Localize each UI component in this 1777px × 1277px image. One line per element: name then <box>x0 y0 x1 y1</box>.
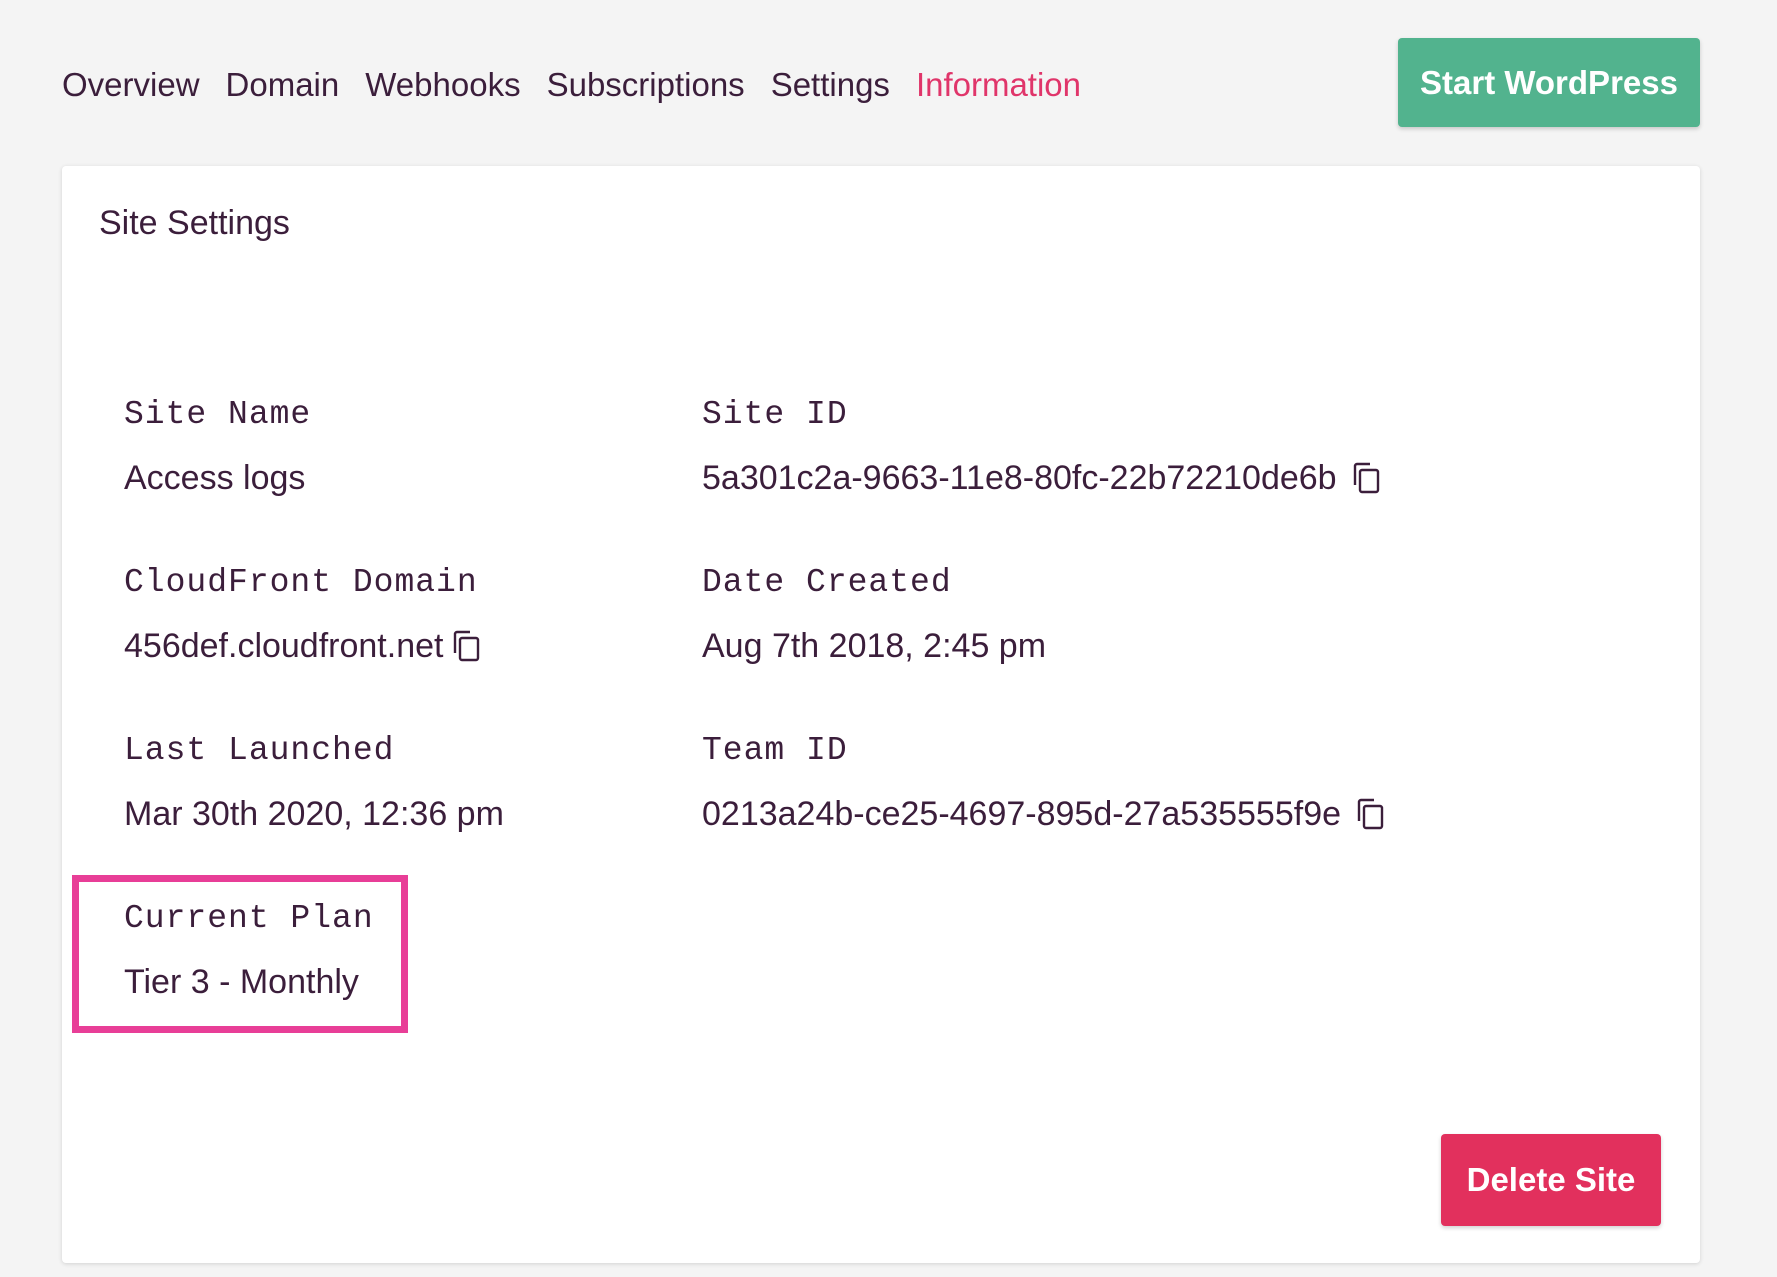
last-launched-label: Last Launched <box>124 732 395 769</box>
date-created-field: Date Created Aug 7th 2018, 2:45 pm <box>702 563 1046 667</box>
team-id-value-row: 0213a24b-ce25-4697-895d-27a535555f9e <box>702 793 1387 835</box>
delete-site-button[interactable]: Delete Site <box>1441 1134 1661 1226</box>
date-created-label: Date Created <box>702 564 952 601</box>
highlight-annotation-box <box>72 875 408 1033</box>
copy-icon[interactable] <box>1349 461 1383 495</box>
tab-webhooks[interactable]: Webhooks <box>365 60 520 110</box>
site-name-field: Site Name Access logs <box>124 395 311 499</box>
copy-icon[interactable] <box>1353 797 1387 831</box>
card-title: Site Settings <box>99 204 290 242</box>
tab-overview[interactable]: Overview <box>62 60 200 110</box>
last-launched-value-row: Mar 30th 2020, 12:36 pm <box>124 793 504 835</box>
top-nav: Overview Domain Webhooks Subscriptions S… <box>62 60 1081 110</box>
site-id-label: Site ID <box>702 396 848 433</box>
cloudfront-domain-value: 456def.cloudfront.net <box>124 627 444 665</box>
team-id-label: Team ID <box>702 732 848 769</box>
site-id-field: Site ID 5a301c2a-9663-11e8-80fc-22b72210… <box>702 395 1383 499</box>
date-created-value: Aug 7th 2018, 2:45 pm <box>702 627 1047 665</box>
site-id-value: 5a301c2a-9663-11e8-80fc-22b72210de6b <box>702 459 1337 497</box>
tab-domain[interactable]: Domain <box>226 60 340 110</box>
team-id-field: Team ID 0213a24b-ce25-4697-895d-27a53555… <box>702 731 1387 835</box>
site-name-label: Site Name <box>124 396 312 433</box>
cloudfront-domain-field: CloudFront Domain 456def.cloudfront.net <box>124 563 483 667</box>
cloudfront-domain-label: CloudFront Domain <box>124 564 478 601</box>
tab-subscriptions[interactable]: Subscriptions <box>547 60 745 110</box>
start-wordpress-button[interactable]: Start WordPress <box>1398 38 1700 127</box>
tab-information[interactable]: Information <box>916 60 1081 110</box>
cloudfront-domain-value-row: 456def.cloudfront.net <box>124 625 483 667</box>
date-created-value-row: Aug 7th 2018, 2:45 pm <box>702 625 1046 667</box>
team-id-value: 0213a24b-ce25-4697-895d-27a535555f9e <box>702 795 1342 833</box>
site-name-value-row: Access logs <box>124 457 311 499</box>
tab-settings[interactable]: Settings <box>771 60 890 110</box>
site-settings-card: Site Settings Site Name Access logs Site… <box>62 166 1700 1263</box>
last-launched-value: Mar 30th 2020, 12:36 pm <box>124 795 504 833</box>
site-id-value-row: 5a301c2a-9663-11e8-80fc-22b72210de6b <box>702 457 1383 499</box>
copy-icon[interactable] <box>449 629 483 663</box>
site-name-value: Access logs <box>124 459 306 497</box>
last-launched-field: Last Launched Mar 30th 2020, 12:36 pm <box>124 731 504 835</box>
